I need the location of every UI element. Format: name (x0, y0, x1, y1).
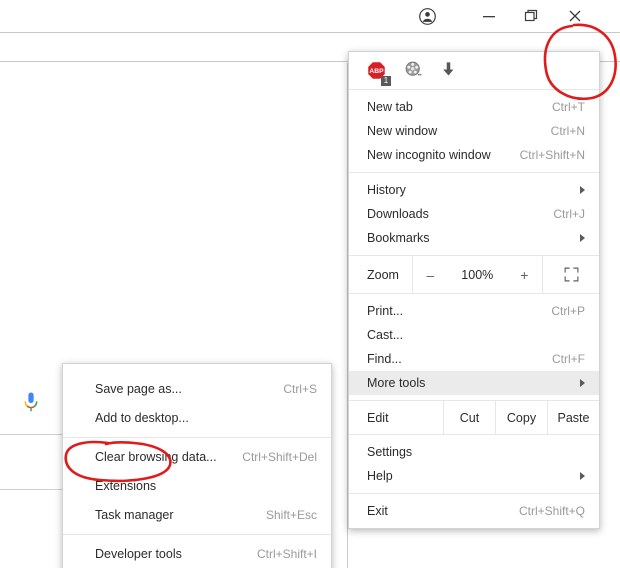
menu-item-print[interactable]: Print... Ctrl+P (349, 299, 599, 323)
menu-item-label: Bookmarks (367, 231, 430, 245)
menu-group-settings: Settings Help (349, 435, 599, 494)
menu-extension-icons-row: ABP 1 (349, 52, 599, 90)
menu-item-label: Downloads (367, 207, 429, 221)
submenu-item-developer-tools[interactable]: Developer tools Ctrl+Shift+I (63, 539, 331, 568)
minimize-button[interactable] (466, 0, 512, 32)
menu-item-new-window[interactable]: New window Ctrl+N (349, 119, 599, 143)
submenu-item-label: Clear browsing data... (95, 449, 217, 464)
menu-item-downloads[interactable]: Downloads Ctrl+J (349, 202, 599, 226)
menu-item-accelerator: Ctrl+Shift+Q (518, 504, 585, 518)
close-button[interactable] (552, 0, 598, 32)
menu-item-accelerator: Ctrl+F (552, 352, 585, 366)
menu-item-exit[interactable]: Exit Ctrl+Shift+Q (349, 499, 599, 523)
voice-search-button[interactable] (22, 391, 40, 415)
menu-item-label: Help (367, 469, 393, 483)
adblock-badge-count: 1 (381, 75, 391, 86)
submenu-item-label: Task manager (95, 507, 174, 522)
menu-item-new-incognito-window[interactable]: New incognito window Ctrl+Shift+N (349, 143, 599, 167)
edit-label: Edit (367, 410, 389, 425)
menu-item-label: Settings (367, 445, 413, 459)
submenu-item-accelerator: Shift+Esc (265, 507, 317, 522)
submenu-item-add-to-desktop[interactable]: Add to desktop... (63, 403, 331, 432)
submenu-item-clear-browsing-data[interactable]: Clear browsing data... Ctrl+Shift+Del (63, 442, 331, 471)
zoom-level-value: 100% (461, 267, 494, 282)
download-button[interactable] (440, 60, 457, 82)
menu-item-label: Print... (367, 304, 404, 318)
minimize-icon (483, 16, 495, 18)
menu-item-label: History (367, 183, 406, 197)
submenu-group-save: Save page as... Ctrl+S Add to desktop... (63, 370, 331, 438)
submenu-item-accelerator: Ctrl+Shift+I (256, 546, 317, 561)
microphone-icon (24, 392, 38, 412)
menu-group-new: New tab Ctrl+T New window Ctrl+N New inc… (349, 90, 599, 173)
menu-item-accelerator: Ctrl+Shift+N (519, 148, 585, 162)
adblock-plus-button[interactable]: ABP 1 (367, 61, 391, 86)
restore-icon (524, 9, 538, 22)
zoom-in-button[interactable]: + (520, 267, 528, 283)
menu-group-exit: Exit Ctrl+Shift+Q (349, 494, 599, 528)
menu-item-history[interactable]: History (349, 178, 599, 202)
account-circle-icon (418, 7, 436, 25)
window-title-bar (0, 0, 620, 32)
menu-item-find[interactable]: Find... Ctrl+F (349, 347, 599, 371)
menu-item-label: New incognito window (367, 148, 491, 162)
menu-group-tools: Print... Ctrl+P Cast... Find... Ctrl+F M… (349, 294, 599, 401)
submenu-item-accelerator: Ctrl+S (283, 381, 317, 396)
menu-item-label: Exit (367, 504, 388, 518)
close-icon (569, 10, 581, 22)
menu-item-new-tab[interactable]: New tab Ctrl+T (349, 95, 599, 119)
menu-item-cast[interactable]: Cast... (349, 323, 599, 347)
film-reel-button[interactable] (404, 60, 423, 82)
more-tools-submenu: Save page as... Ctrl+S Add to desktop...… (62, 363, 332, 568)
submenu-group-manage: Clear browsing data... Ctrl+Shift+Del Ex… (63, 438, 331, 535)
restore-button[interactable] (508, 0, 554, 32)
menu-item-accelerator: Ctrl+J (553, 207, 585, 221)
menu-item-label: More tools (367, 376, 426, 390)
submenu-item-accelerator: Ctrl+Shift+Del (242, 449, 317, 464)
fullscreen-icon (564, 267, 578, 282)
svg-text:ABP: ABP (369, 68, 384, 75)
menu-item-settings[interactable]: Settings (349, 440, 599, 464)
submenu-item-label: Save page as... (95, 381, 182, 396)
paste-button[interactable]: Paste (547, 401, 599, 434)
menu-item-more-tools[interactable]: More tools (349, 371, 599, 395)
copy-button[interactable]: Copy (495, 401, 547, 434)
menu-edit-row: Edit Cut Copy Paste (349, 401, 599, 435)
submenu-item-label: Developer tools (95, 546, 182, 561)
chevron-right-icon (580, 186, 585, 194)
menu-item-label: Find... (367, 352, 402, 366)
chrome-main-menu: ABP 1 New tab Ctrl+T New window Ctrl+N N… (348, 51, 600, 529)
menu-item-bookmarks[interactable]: Bookmarks (349, 226, 599, 250)
submenu-item-task-manager[interactable]: Task manager Shift+Esc (63, 500, 331, 529)
submenu-item-label: Extensions (95, 478, 157, 493)
chevron-right-icon (580, 379, 585, 387)
menu-item-label: New tab (367, 100, 413, 114)
cut-button[interactable]: Cut (443, 401, 495, 434)
submenu-item-save-page-as[interactable]: Save page as... Ctrl+S (63, 374, 331, 403)
chevron-right-icon (580, 472, 585, 480)
menu-zoom-row: Zoom – 100% + (349, 256, 599, 294)
submenu-item-extensions[interactable]: Extensions (63, 471, 331, 500)
menu-item-help[interactable]: Help (349, 464, 599, 488)
menu-item-accelerator: Ctrl+T (552, 100, 585, 114)
menu-group-library: History Downloads Ctrl+J Bookmarks (349, 173, 599, 256)
zoom-out-button[interactable]: – (427, 267, 435, 283)
fullscreen-button[interactable] (542, 256, 599, 293)
zoom-controls: – 100% + (412, 256, 542, 293)
chevron-right-icon (580, 234, 585, 242)
profile-avatar-button[interactable] (404, 0, 450, 32)
submenu-item-label: Add to desktop... (95, 410, 189, 425)
menu-item-label: New window (367, 124, 438, 138)
download-arrow-icon (443, 61, 454, 76)
browser-window: ABP 1 New tab Ctrl+T New window Ctrl+N N… (0, 0, 620, 568)
zoom-label: Zoom (367, 267, 399, 282)
menu-item-label: Cast... (367, 328, 404, 342)
menu-item-accelerator: Ctrl+N (550, 124, 585, 138)
search-box[interactable] (0, 434, 70, 490)
film-reel-icon (405, 61, 422, 76)
menu-item-accelerator: Ctrl+P (551, 304, 585, 318)
submenu-group-developer: Developer tools Ctrl+Shift+I (63, 535, 331, 568)
